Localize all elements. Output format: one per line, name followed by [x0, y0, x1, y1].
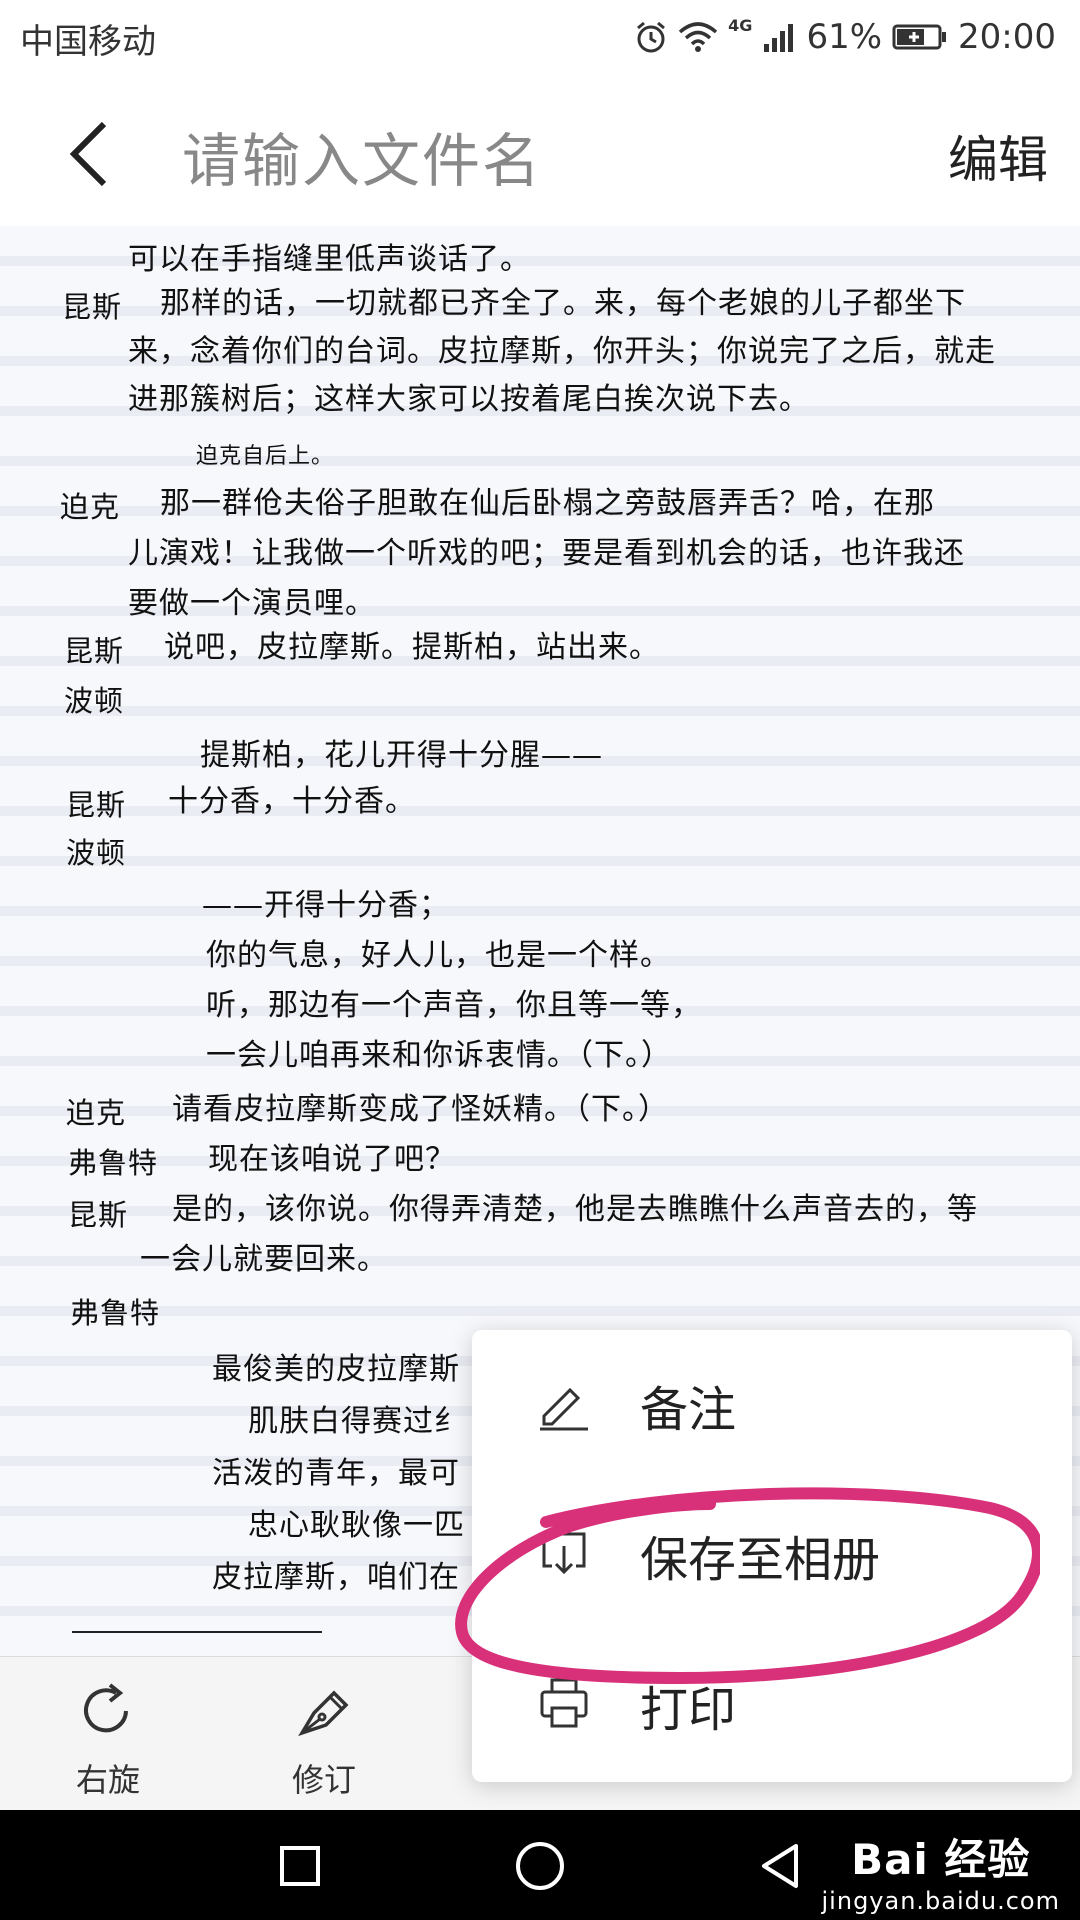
- speaker-label: 波顿: [64, 684, 125, 718]
- speaker-label: 昆斯: [62, 290, 123, 324]
- battery-icon: [892, 24, 947, 50]
- doc-line: 皮拉摩斯，咱们在: [212, 1560, 460, 1595]
- doc-line: 听，那边有一个声音，你且等一等，: [206, 988, 702, 1023]
- speaker-label: 昆斯: [66, 788, 127, 822]
- rotate-right-button[interactable]: 右旋: [38, 1679, 178, 1801]
- circle-icon: [516, 1842, 564, 1890]
- doc-line: 一会儿咱再来和你诉衷情。（下。）: [206, 1038, 672, 1073]
- speaker-label: 弗鲁特: [68, 1146, 159, 1180]
- printer-icon: [540, 1678, 588, 1728]
- recent-apps-button[interactable]: [272, 1838, 328, 1894]
- clock: 20:00: [958, 17, 1056, 57]
- rotate-label: 右旋: [75, 1761, 140, 1799]
- speaker-label: 昆斯: [64, 634, 125, 668]
- doc-line: 一会儿就要回来。: [140, 1242, 388, 1277]
- back-nav-button[interactable]: [752, 1838, 808, 1894]
- doc-line: 现在该咱说了吧？: [208, 1142, 456, 1177]
- menu-item-save-label: 保存至相册: [640, 1532, 881, 1588]
- doc-line: 进那簇树后；这样大家可以按着尾白挨次说下去。: [128, 382, 810, 417]
- menu-item-print[interactable]: 打印: [472, 1630, 1072, 1780]
- speaker-label: 波顿: [66, 836, 127, 870]
- watermark-main: Bai 经验: [851, 1835, 1031, 1884]
- battery-percent: 61%: [806, 17, 883, 57]
- alarm-icon: [637, 21, 666, 53]
- speaker-label: 迫克: [66, 1096, 127, 1130]
- pen-nib-icon: [298, 1690, 349, 1737]
- doc-line: 肌肤白得赛过纟: [248, 1404, 465, 1439]
- doc-line: 活泼的青年，最可: [212, 1456, 460, 1491]
- doc-line: ——开得十分香；: [202, 888, 450, 923]
- doc-line: 最俊美的皮拉摩斯: [212, 1352, 460, 1387]
- file-name-input[interactable]: 请输入文件名: [182, 114, 542, 198]
- doc-line: 提斯柏，花儿开得十分腥——: [200, 738, 603, 773]
- back-arrow-icon: [69, 121, 107, 187]
- wifi-icon: [679, 22, 718, 52]
- speaker-label: 迫克: [60, 490, 121, 524]
- speaker-label: 昆斯: [68, 1198, 129, 1232]
- more-options-menu: 备注 保存至相册 打印: [472, 1330, 1072, 1782]
- menu-item-save-to-album[interactable]: 保存至相册: [472, 1480, 1072, 1630]
- menu-item-print-label: 打印: [640, 1682, 737, 1738]
- home-button[interactable]: [512, 1838, 568, 1894]
- baidu-jingyan-watermark: Bai 经验 jingyan.baidu.com: [822, 1826, 1060, 1915]
- revise-label: 修订: [291, 1761, 356, 1799]
- triangle-back-icon: [762, 1844, 798, 1888]
- network-type: 4G: [728, 16, 753, 35]
- doc-line: 儿演戏！让我做一个听戏的吧；要是看到机会的话，也许我还: [128, 536, 965, 571]
- square-icon: [280, 1846, 320, 1886]
- signal-icon: [764, 24, 794, 52]
- doc-line: 可以在手指缝里低声谈话了。: [128, 242, 531, 277]
- doc-line: 来，念着你们的台词。皮拉摩斯，你开头；你说完了之后，就走: [128, 334, 996, 369]
- stage-direction: 迫克自后上。: [196, 444, 335, 469]
- doc-line: 那样的话，一切就都已齐全了。来，每个老娘的儿子都坐下: [160, 286, 966, 321]
- doc-line: 忠心耿耿像一匹: [248, 1508, 465, 1543]
- edit-note-icon: [540, 1387, 588, 1431]
- carrier-name: 中国移动: [20, 22, 156, 62]
- status-bar: 中国移动 4G 61% 20:00: [0, 0, 1080, 76]
- speaker-label: 弗鲁特: [70, 1296, 161, 1330]
- footnote-rule: [72, 1631, 322, 1633]
- doc-line: 那一群伧夫俗子胆敢在仙后卧榻之旁鼓唇弄舌？哈，在那: [160, 486, 935, 521]
- revise-button[interactable]: 修订: [254, 1679, 394, 1801]
- doc-line: 请看皮拉摩斯变成了怪妖精。（下。）: [172, 1092, 669, 1127]
- menu-item-note-label: 备注: [640, 1382, 737, 1438]
- status-icons: 4G 61% 20:00: [634, 12, 1056, 62]
- rotate-right-icon: [84, 1683, 128, 1733]
- edit-button[interactable]: 编辑: [948, 120, 1048, 192]
- watermark-url: jingyan.baidu.com: [821, 1887, 1060, 1915]
- save-to-album-icon: [542, 1532, 586, 1575]
- doc-line: 你的气息，好人儿，也是一个样。: [206, 938, 671, 973]
- doc-line: 说吧，皮拉摩斯。提斯柏，站出来。: [164, 630, 660, 665]
- doc-line: 十分香，十分香。: [168, 784, 416, 819]
- doc-line: 是的，该你说。你得弄清楚，他是去瞧瞧什么声音去的，等: [172, 1192, 978, 1227]
- title-bar: 请输入文件名 编辑: [0, 76, 1080, 226]
- back-button[interactable]: [62, 114, 122, 194]
- doc-line: 要做一个演员哩。: [128, 586, 376, 621]
- system-nav-bar: Bai 经验 jingyan.baidu.com: [0, 1810, 1080, 1920]
- menu-item-note[interactable]: 备注: [472, 1330, 1072, 1480]
